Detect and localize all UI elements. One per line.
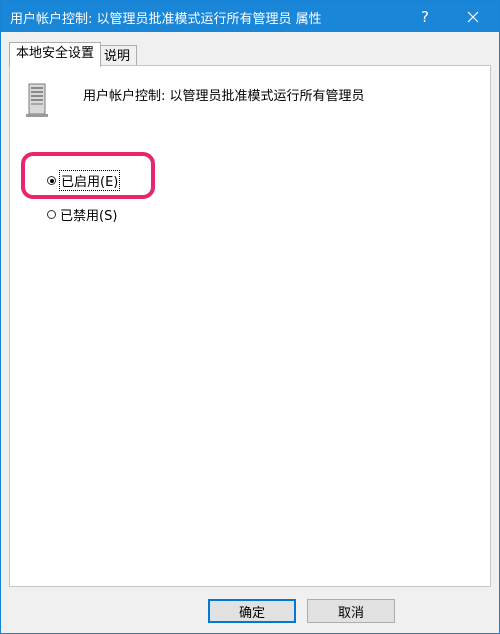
enabled-radio[interactable] — [47, 176, 56, 185]
policy-title: 用户帐户控制: 以管理员批准模式运行所有管理员 — [83, 89, 365, 104]
title-bar: 用户帐户控制: 以管理员批准模式运行所有管理员 属性 ? — [1, 1, 499, 32]
tab-explain[interactable]: 说明 — [97, 45, 138, 66]
enabled-option[interactable]: 已启用(E) — [47, 170, 121, 191]
disabled-option[interactable]: 已禁用(S) — [47, 205, 117, 224]
help-button[interactable]: ? — [403, 1, 447, 32]
cancel-button[interactable]: 取消 — [307, 599, 395, 623]
close-button[interactable] — [451, 1, 495, 32]
server-computer-icon — [26, 83, 48, 117]
disabled-label[interactable]: 已禁用(S) — [60, 205, 117, 224]
ok-button[interactable]: 确定 — [208, 599, 296, 623]
tab-local-security-setting[interactable]: 本地安全设置 — [9, 42, 102, 67]
enabled-label[interactable]: 已启用(E) — [58, 170, 121, 191]
window-title: 用户帐户控制: 以管理员批准模式运行所有管理员 属性 — [10, 12, 322, 27]
tab-panel: 用户帐户控制: 以管理员批准模式运行所有管理员 已启用(E) 已禁用(S) — [9, 65, 491, 587]
button-bar: 确定 取消 — [1, 587, 499, 633]
help-icon: ? — [421, 7, 429, 26]
disabled-radio[interactable] — [47, 210, 56, 219]
close-icon — [467, 11, 479, 22]
properties-dialog: 用户帐户控制: 以管理员批准模式运行所有管理员 属性 ? 本地安全设置 说明 用… — [0, 0, 500, 634]
